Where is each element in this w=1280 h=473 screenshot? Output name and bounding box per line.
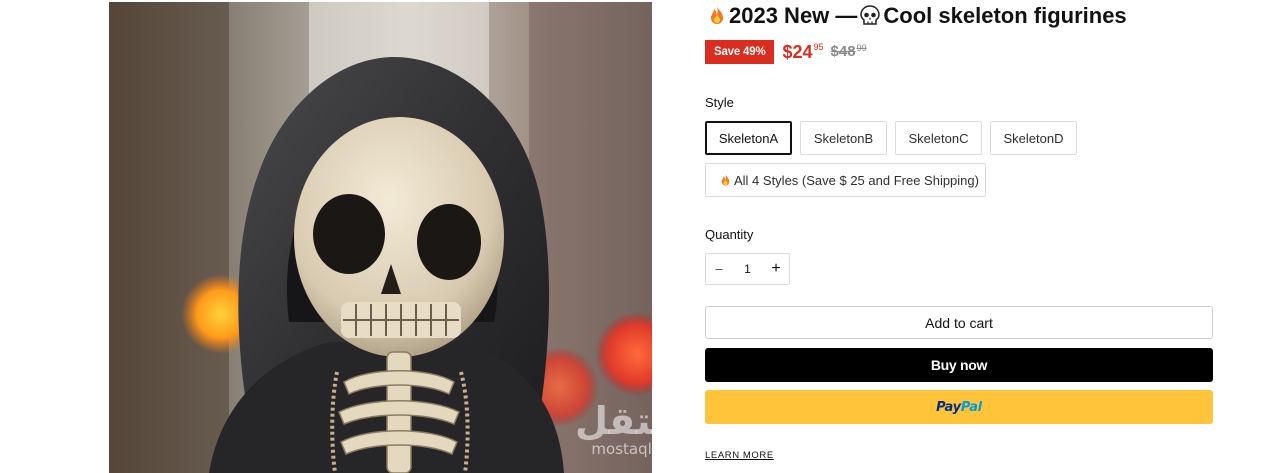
compare-price-cents: 99 [856,43,867,53]
sale-price-cents: 95 [813,42,824,52]
product-title: 2023 New — Cool skeleton figurines [705,2,1127,30]
style-option-skeleton-c[interactable]: SkeletonC [895,121,982,155]
style-option-skeleton-d[interactable]: SkeletonD [990,121,1077,155]
product-title-part2: Cool skeleton figurines [883,3,1127,28]
quantity-label: Quantity [705,227,754,242]
paypal-logo-pal: Pal [960,399,982,415]
add-to-cart-button[interactable]: Add to cart [705,306,1213,339]
style-option-skeleton-b[interactable]: SkeletonB [800,121,887,155]
compare-price-main: $48 [830,43,856,60]
fire-icon [718,173,733,188]
style-label: Style [705,95,734,110]
paypal-logo: PayPal [936,400,982,415]
skull-icon [858,4,882,28]
compare-price: $48 99 [831,43,867,61]
paypal-button[interactable]: PayPal [705,390,1213,424]
save-badge: Save 49% [705,40,775,64]
quantity-increase-button[interactable]: + [763,254,789,284]
sale-price: $24 95 [782,42,823,62]
fire-icon [705,4,729,28]
style-option-all-styles-label: All 4 Styles (Save $ 25 and Free Shippin… [734,172,979,188]
style-option-all-styles[interactable]: All 4 Styles (Save $ 25 and Free Shippin… [705,163,986,197]
product-image[interactable] [109,2,652,473]
quantity-input[interactable] [733,262,762,276]
quantity-decrease-button[interactable]: − [706,254,732,284]
style-options: SkeletonA SkeletonB SkeletonC SkeletonD … [705,121,1213,197]
product-info: 2023 New — Cool skeleton figurines Save … [705,0,1213,473]
skeleton-figurine-illustration [109,2,652,473]
paypal-logo-pay: Pay [936,399,961,415]
buy-now-button[interactable]: Buy now [705,348,1213,382]
learn-more-link[interactable]: LEARN MORE [705,450,774,461]
sale-price-main: $24 [782,42,813,62]
product-title-part1: 2023 New — [729,3,858,28]
quantity-stepper: − + [705,253,790,285]
price-row: Save 49% $24 95 $48 99 [705,40,867,64]
style-option-skeleton-a[interactable]: SkeletonA [705,121,792,155]
